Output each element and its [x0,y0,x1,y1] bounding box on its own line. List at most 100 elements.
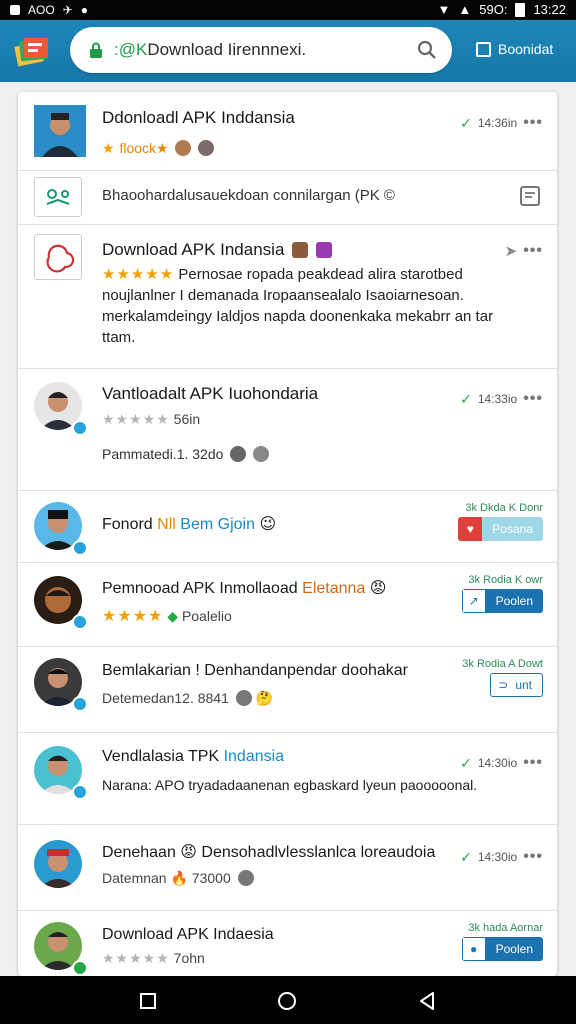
item-meta: ✓ 14:33io ••• [460,390,543,408]
item-title-part: Vendlalasia TPK [102,748,220,765]
verified-badge-icon [72,614,88,630]
user-avatar-small [253,446,270,462]
user-avatar-small [198,140,215,156]
item-title[interactable]: Download APK Indaesia [102,926,274,944]
item-title[interactable]: Ddonloadl APK Inddansia [102,108,295,128]
notification-icon [10,5,20,15]
item-meta: ✓ 14:30io ••• [460,848,543,866]
item-description: ★★★★★ Pernosae ropada peakdead alira sta… [102,264,512,348]
list-item[interactable]: Fonord Nll Bem Gjoin 😉 3k Dkda K Donr ♥ … [18,490,557,563]
open-button[interactable]: ● Poolen [461,937,543,961]
emoji-icon: 😡 [369,580,387,597]
item-footer: Pammatedi.1. 32do [102,446,270,462]
user-avatar-small [237,870,254,886]
more-options-icon[interactable]: ••• [523,114,543,132]
chat-icon: ◆ [167,608,179,624]
check-icon: ✓ [460,754,472,771]
list-item[interactable]: Download APK Indaesia ★★★★★ 7ohn 3k hada… [18,910,557,976]
item-actions: 3k Rodia K owr ↗ Poolen [461,574,543,613]
heart-icon: ♥ [458,517,483,541]
install-button-label: Posana [492,522,533,536]
send-icon[interactable]: ➤ [505,242,518,260]
item-title-text: Download APK Indansia [102,240,285,259]
open-button-label: Poolen [495,594,533,608]
sync-icon: ● [80,3,88,17]
open-button[interactable]: ↗ Poolen [461,589,543,613]
item-title[interactable]: Pemnooad APK Inmollaoad Eletanna 😡 [102,578,386,598]
link-button[interactable]: ⊃ unt [490,673,543,697]
list-item[interactable]: Bhaoohardalusauekdoan connilargan (PK © [18,170,557,225]
verified-badge-icon [72,784,88,800]
rating-stars: ★★★★★ [102,950,170,966]
install-button[interactable]: ♥ Posana [458,517,543,541]
battery-text: 59O: [479,2,508,17]
open-button-label: Poolen [495,942,533,956]
item-title[interactable]: Fonord Nll Bem Gjoin 😉 [102,514,276,534]
home-icon[interactable] [277,991,297,1011]
item-actions: 3k hada Aornar ● Poolen [461,922,543,961]
address-value: Download Iirennnexi. [147,40,307,59]
list-item[interactable]: Ddonloadl APK Inddansia ★ floock★ ✓ 14:3… [18,92,557,171]
user-avatar-small [230,446,247,462]
item-text[interactable]: Bhaoohardalusauekdoan connilargan (PK © [102,187,395,204]
item-title-part: Eletanna [302,580,366,597]
item-sub-text: Poalelio [181,608,232,624]
check-icon: ✓ [460,390,472,407]
rating-stars: ★★★★★ [102,411,170,427]
item-subtitle: ★★★★★ 7ohn [102,950,205,967]
list-item[interactable]: Denehaan 😡 Densohadlvlesslanlca loreaudo… [18,824,557,911]
link-icon: ⊃ [498,678,509,692]
more-options-icon[interactable]: ••• [523,390,543,408]
emoji-icon: 😉 [259,516,277,533]
list-item[interactable]: Vendlalasia TPK Indansia Narana: APO try… [18,732,557,825]
item-description: Narana: APO tryadadaanenan egbaskard lye… [102,777,478,793]
avatar[interactable] [34,234,82,280]
item-title[interactable]: Download APK Indansia [102,240,332,260]
battery-icon [515,2,526,17]
address-text[interactable]: :@KDownload Iirennnexi. [114,40,306,60]
list-item[interactable]: Vantloadalt APK Iuohondaria ★★★★★ 56in P… [18,368,557,491]
item-title[interactable]: Vantloadalt APK Iuohondaria [102,384,318,404]
item-sub-text: Datemnan 🔥 73000 [102,870,231,886]
list-item[interactable]: Pemnooad APK Inmollaoad Eletanna 😡 ★★★★ … [18,562,557,647]
share-icon[interactable] [34,177,82,217]
avatar[interactable] [34,105,86,157]
list-item[interactable]: Bemlakarian ! Denhandanpendar doohakar D… [18,646,557,733]
more-options-icon[interactable]: ••• [523,848,543,866]
recent-apps-icon[interactable] [140,993,156,1009]
verified-badge-icon [72,960,88,976]
action-label: 3k Rodia A Dowt [462,658,543,670]
item-title-part: Nll [157,516,176,533]
system-nav-bar [0,976,576,1024]
item-title-part: Pemnooad APK Inmollaoad [102,580,298,597]
item-title[interactable]: Bemlakarian ! Denhandanpendar doohakar [102,662,408,680]
item-footer-text: Pammatedi.1. 32do [102,446,224,462]
edit-icon[interactable] [519,185,541,207]
item-title[interactable]: Denehaan 😡 Densohadlvlesslanlca loreaudo… [102,842,435,862]
verified-badge-icon [72,540,88,556]
item-title-part: Fonord [102,516,153,533]
more-options-icon[interactable]: ••• [523,754,543,772]
item-meta: ✓ 14:30io ••• [460,754,543,772]
list-item[interactable]: Download APK Indansia ★★★★★ Pernosae rop… [18,224,557,369]
avatar[interactable] [34,840,82,888]
lock-icon [90,42,102,58]
back-icon[interactable] [418,991,436,1011]
bookmark-button[interactable]: Boonidat [476,41,553,57]
bookmark-label: Boonidat [498,41,554,57]
status-left-text: AOO [28,3,55,17]
address-bar[interactable]: :@KDownload Iirennnexi. [70,27,452,73]
item-meta: ✓ 14:36in ••• [460,114,543,132]
check-icon: ✓ [460,848,472,865]
app-logo-icon[interactable] [12,30,52,70]
search-icon[interactable] [416,39,438,61]
verified-badge-icon [72,696,88,712]
more-options-icon[interactable]: ••• [523,242,543,260]
item-title[interactable]: Vendlalasia TPK Indansia [102,748,284,766]
desc-line-1: Pernosae ropada peakdead alira starotbed [178,266,463,283]
verified-badge-icon [72,420,88,436]
emoji-icon: 🤔 [255,690,274,706]
status-bar: AOO ✈ ● ▼ ▲ 59O: 13:22 [0,0,576,20]
item-subtitle: Datemnan 🔥 73000 [102,870,254,887]
result-list: Ddonloadl APK Inddansia ★ floock★ ✓ 14:3… [18,92,557,976]
